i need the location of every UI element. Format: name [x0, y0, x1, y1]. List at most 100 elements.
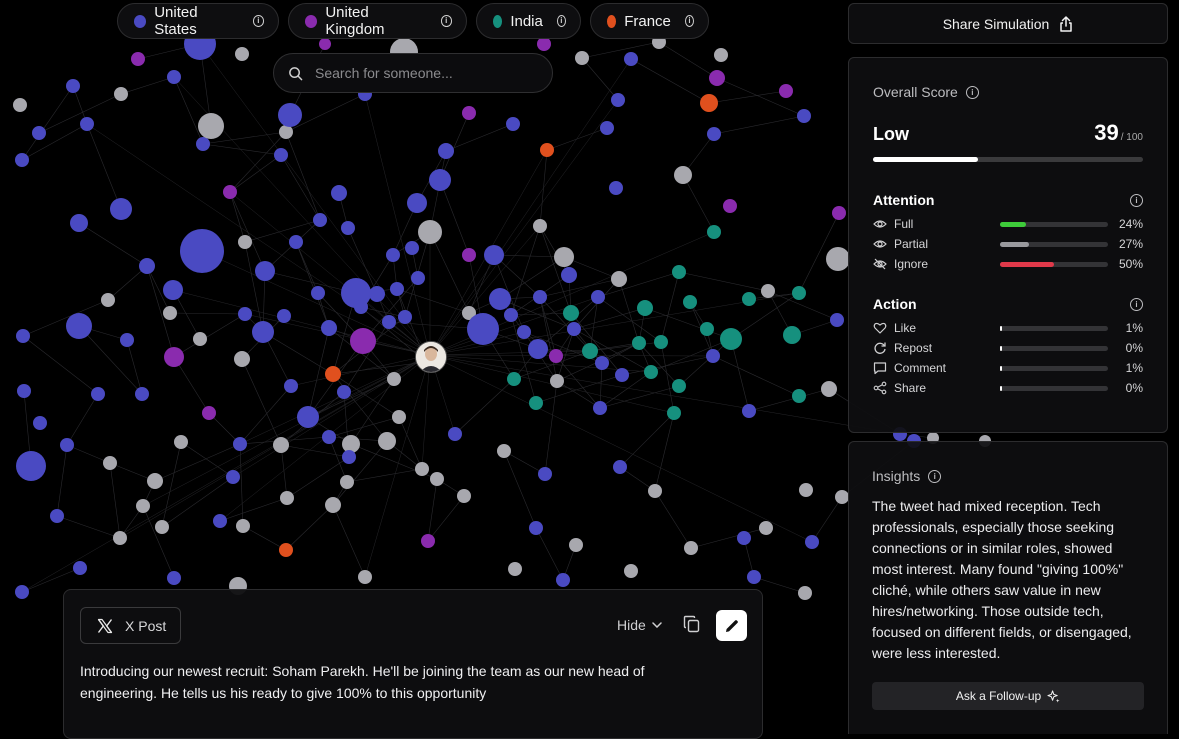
- graph-node-unassigned[interactable]: [325, 497, 341, 513]
- graph-node-us[interactable]: [737, 531, 751, 545]
- graph-node-us[interactable]: [533, 290, 547, 304]
- graph-node-india[interactable]: [792, 286, 806, 300]
- graph-node-unassigned[interactable]: [533, 219, 547, 233]
- graph-node-unassigned[interactable]: [279, 125, 293, 139]
- graph-node-us[interactable]: [289, 235, 303, 249]
- graph-node-us[interactable]: [742, 404, 756, 418]
- graph-node-unassigned[interactable]: [611, 271, 627, 287]
- graph-node-us[interactable]: [70, 214, 88, 232]
- graph-node-india[interactable]: [563, 305, 579, 321]
- legend-united-kingdom[interactable]: United Kingdom i: [288, 3, 467, 39]
- graph-node-india[interactable]: [507, 372, 521, 386]
- graph-node-india[interactable]: [667, 406, 681, 420]
- graph-node-us[interactable]: [830, 313, 844, 327]
- graph-node-us[interactable]: [706, 349, 720, 363]
- graph-node-us[interactable]: [213, 514, 227, 528]
- graph-node-unassigned[interactable]: [457, 489, 471, 503]
- graph-node-us[interactable]: [311, 286, 325, 300]
- graph-node-us[interactable]: [167, 70, 181, 84]
- graph-node-us[interactable]: [50, 509, 64, 523]
- graph-node-us[interactable]: [139, 258, 155, 274]
- info-icon[interactable]: i: [1130, 297, 1143, 311]
- graph-node-unassigned[interactable]: [648, 484, 662, 498]
- graph-node-uk[interactable]: [462, 248, 476, 262]
- graph-node-us[interactable]: [322, 430, 336, 444]
- graph-node-unassigned[interactable]: [198, 113, 224, 139]
- graph-node-us[interactable]: [411, 271, 425, 285]
- graph-node-unassigned[interactable]: [575, 51, 589, 65]
- graph-node-us[interactable]: [321, 320, 337, 336]
- graph-node-uk[interactable]: [164, 347, 184, 367]
- graph-node-us[interactable]: [16, 329, 30, 343]
- graph-node-unassigned[interactable]: [235, 47, 249, 61]
- graph-node-uk[interactable]: [537, 37, 551, 51]
- graph-node-unassigned[interactable]: [114, 87, 128, 101]
- graph-node-us[interactable]: [73, 561, 87, 575]
- info-icon[interactable]: i: [1130, 193, 1143, 207]
- graph-node-us[interactable]: [429, 169, 451, 191]
- graph-node-us[interactable]: [331, 185, 347, 201]
- platform-selector[interactable]: X Post: [80, 607, 181, 644]
- graph-node-unassigned[interactable]: [714, 48, 728, 62]
- graph-node-unassigned[interactable]: [624, 564, 638, 578]
- info-icon[interactable]: i: [684, 15, 694, 27]
- graph-node-unassigned[interactable]: [103, 456, 117, 470]
- graph-node-unassigned[interactable]: [799, 483, 813, 497]
- graph-node-unassigned[interactable]: [340, 475, 354, 489]
- graph-node-uk[interactable]: [462, 106, 476, 120]
- graph-node-us[interactable]: [163, 280, 183, 300]
- graph-node-us[interactable]: [180, 229, 224, 273]
- graph-node-us[interactable]: [32, 126, 46, 140]
- graph-node-us[interactable]: [252, 321, 274, 343]
- graph-node-unassigned[interactable]: [674, 166, 692, 184]
- graph-node-india[interactable]: [783, 326, 801, 344]
- graph-node-us[interactable]: [529, 521, 543, 535]
- graph-node-us[interactable]: [595, 356, 609, 370]
- graph-node-us[interactable]: [278, 103, 302, 127]
- graph-node-us[interactable]: [167, 571, 181, 585]
- hide-toggle[interactable]: Hide: [617, 617, 662, 633]
- graph-node-us[interactable]: [382, 315, 396, 329]
- graph-node-india[interactable]: [742, 292, 756, 306]
- graph-node-india[interactable]: [644, 365, 658, 379]
- graph-node-us[interactable]: [337, 385, 351, 399]
- graph-node-unassigned[interactable]: [508, 562, 522, 576]
- graph-node-india[interactable]: [707, 225, 721, 239]
- graph-node-unassigned[interactable]: [136, 499, 150, 513]
- graph-node-us[interactable]: [17, 384, 31, 398]
- graph-node-unassigned[interactable]: [193, 332, 207, 346]
- poster-avatar[interactable]: [415, 341, 447, 373]
- graph-node-us[interactable]: [405, 241, 419, 255]
- graph-node-us[interactable]: [611, 93, 625, 107]
- graph-node-unassigned[interactable]: [113, 531, 127, 545]
- graph-node-india[interactable]: [529, 396, 543, 410]
- graph-node-us[interactable]: [489, 288, 511, 310]
- graph-node-us[interactable]: [390, 282, 404, 296]
- graph-node-india[interactable]: [672, 265, 686, 279]
- graph-node-uk[interactable]: [223, 185, 237, 199]
- graph-node-us[interactable]: [274, 148, 288, 162]
- graph-node-us[interactable]: [538, 467, 552, 481]
- graph-node-unassigned[interactable]: [273, 437, 289, 453]
- graph-node-us[interactable]: [135, 387, 149, 401]
- graph-node-uk[interactable]: [549, 349, 563, 363]
- copy-icon[interactable]: [683, 615, 701, 633]
- graph-node-us[interactable]: [66, 79, 80, 93]
- graph-node-unassigned[interactable]: [392, 410, 406, 424]
- graph-node-unassigned[interactable]: [358, 570, 372, 584]
- share-simulation-button[interactable]: Share Simulation: [848, 3, 1168, 44]
- graph-node-us[interactable]: [567, 322, 581, 336]
- graph-node-us[interactable]: [467, 313, 499, 345]
- legend-united-states[interactable]: United States i: [117, 3, 279, 39]
- graph-node-india[interactable]: [582, 343, 598, 359]
- graph-node-unassigned[interactable]: [826, 247, 850, 271]
- info-icon[interactable]: i: [556, 15, 566, 27]
- graph-node-us[interactable]: [16, 451, 46, 481]
- graph-node-us[interactable]: [386, 248, 400, 262]
- graph-node-unassigned[interactable]: [101, 293, 115, 307]
- graph-node-us[interactable]: [233, 437, 247, 451]
- graph-node-unassigned[interactable]: [378, 432, 396, 450]
- graph-node-us[interactable]: [369, 286, 385, 302]
- graph-node-uk[interactable]: [131, 52, 145, 66]
- info-icon[interactable]: i: [440, 15, 452, 27]
